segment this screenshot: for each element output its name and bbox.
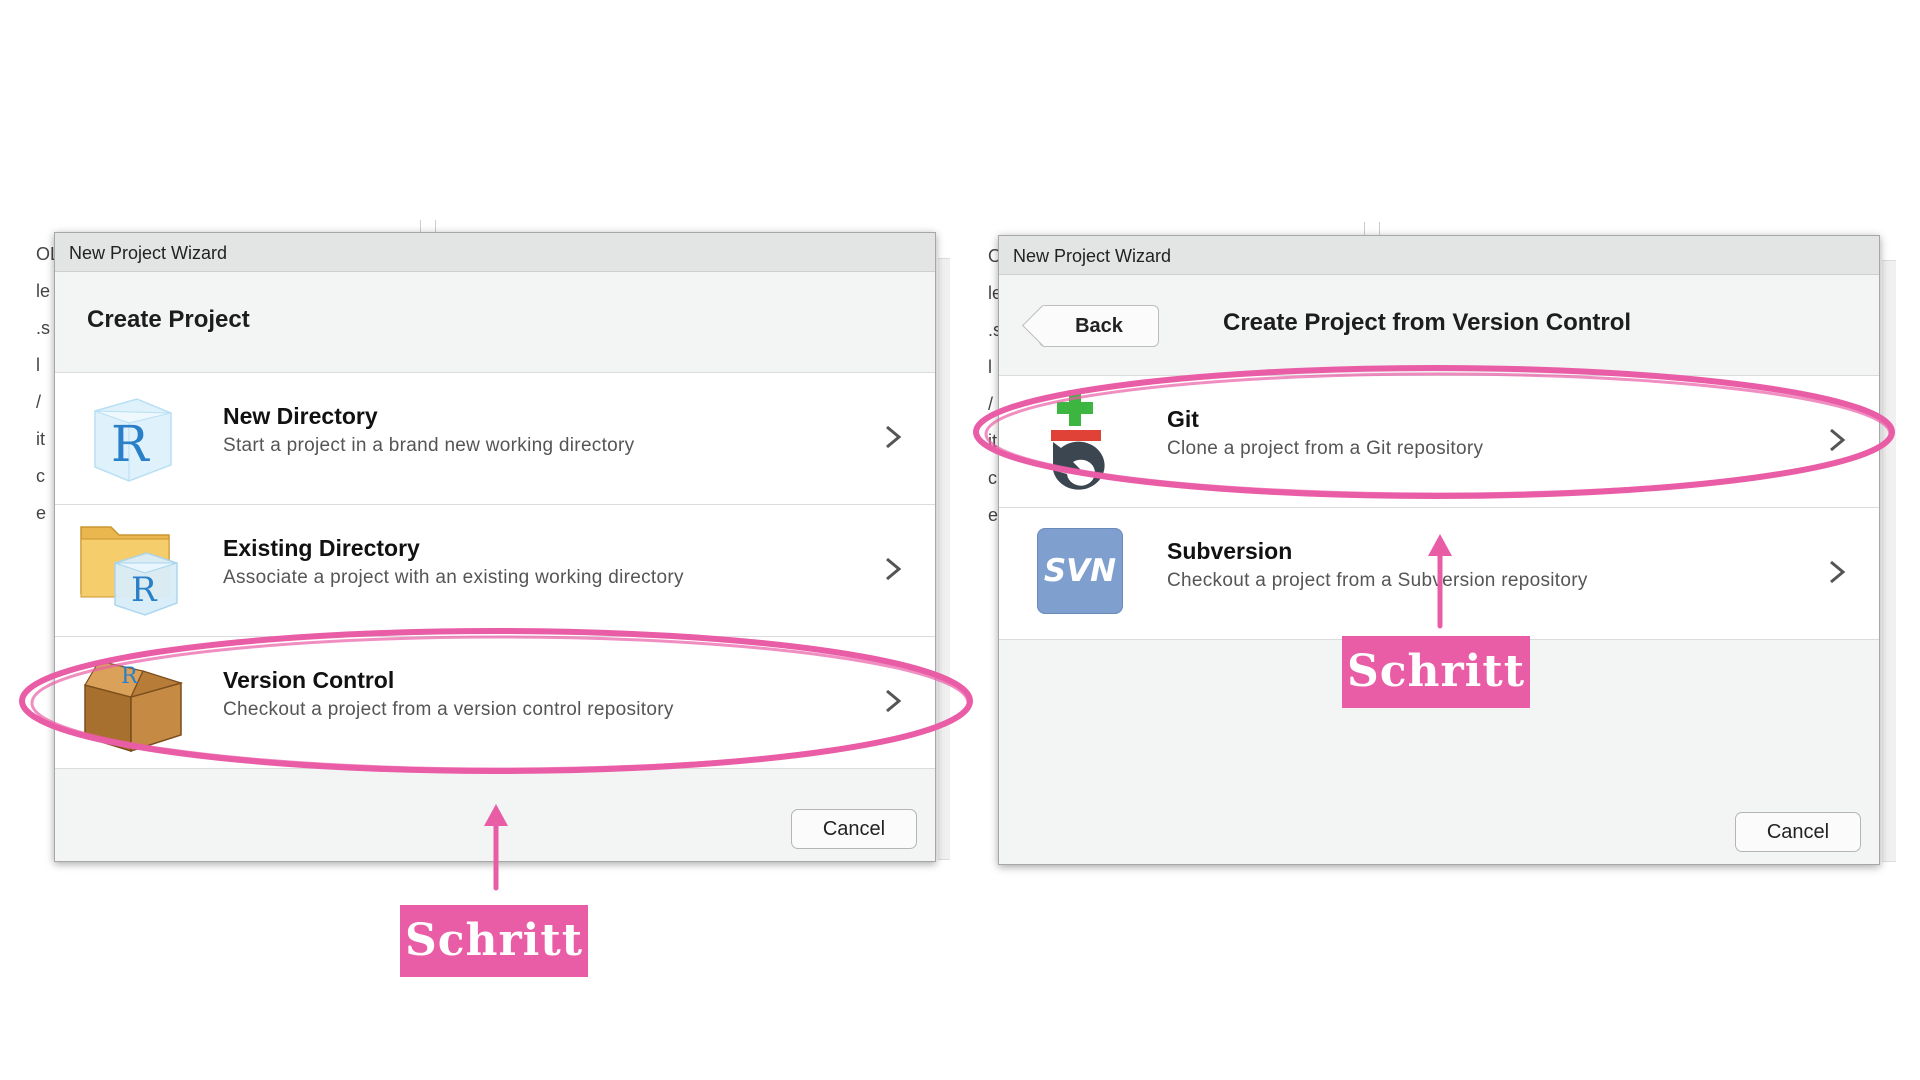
- option-existing-directory[interactable]: R Existing Directory Associate a project…: [55, 505, 935, 637]
- chevron-right-icon: [886, 557, 902, 581]
- cancel-button[interactable]: Cancel: [791, 809, 917, 849]
- option-new-directory[interactable]: R New Directory Start a project in a bra…: [55, 373, 935, 505]
- version-control-wizard-dialog: New Project Wizard Back Create Project f…: [998, 235, 1880, 865]
- option-title: Subversion: [1167, 538, 1293, 564]
- option-subversion[interactable]: SVN Subversion Checkout a project from a…: [999, 508, 1879, 640]
- background-divider: [1364, 222, 1380, 236]
- option-description: Clone a project from a Git repository: [1167, 438, 1484, 459]
- box-icon: R: [81, 653, 184, 753]
- folder-r-icon: R: [80, 521, 181, 621]
- svn-icon: SVN: [1037, 528, 1123, 614]
- step-label: Schritt: [400, 905, 588, 977]
- wizard-header: Back Create Project from Version Control: [999, 275, 1879, 376]
- background-panel-edge: [938, 258, 950, 860]
- step-label: Schritt: [1342, 636, 1530, 708]
- dialog-footer: Cancel: [55, 761, 935, 861]
- option-description: Checkout a project from a Subversion rep…: [1167, 570, 1588, 591]
- option-git[interactable]: Git Clone a project from a Git repositor…: [999, 376, 1879, 508]
- r-cube-icon: R: [81, 389, 181, 489]
- option-description: Checkout a project from a version contro…: [223, 699, 674, 720]
- background-panel-edge: [1882, 260, 1896, 862]
- svg-text:R: R: [121, 664, 139, 689]
- window-titlebar: New Project Wizard: [999, 236, 1879, 275]
- dialog-footer: Cancel: [999, 764, 1879, 864]
- chevron-right-icon: [886, 689, 902, 713]
- back-button[interactable]: Back: [1039, 305, 1159, 347]
- page-title: Create Project: [87, 306, 250, 333]
- option-title: Git: [1167, 406, 1199, 432]
- window-titlebar: New Project Wizard: [55, 233, 935, 272]
- svg-text:R: R: [131, 570, 158, 610]
- option-title: Existing Directory: [223, 535, 420, 561]
- chevron-right-icon: [1830, 428, 1846, 452]
- page-title: Create Project from Version Control: [1223, 309, 1632, 336]
- option-title: Version Control: [223, 667, 395, 693]
- option-title: New Directory: [223, 403, 378, 429]
- cancel-button[interactable]: Cancel: [1735, 812, 1861, 852]
- chevron-right-icon: [886, 425, 902, 449]
- wizard-header: Create Project: [55, 272, 935, 373]
- chevron-right-icon: [1830, 560, 1846, 584]
- option-version-control[interactable]: R Version Control Checkout a project fro…: [55, 637, 935, 769]
- git-icon: [1043, 390, 1143, 490]
- option-description: Start a project in a brand new working d…: [223, 435, 635, 456]
- svg-text:R: R: [111, 415, 150, 473]
- option-description: Associate a project with an existing wor…: [223, 567, 684, 588]
- new-project-wizard-dialog: New Project Wizard Create Project R New …: [54, 232, 936, 862]
